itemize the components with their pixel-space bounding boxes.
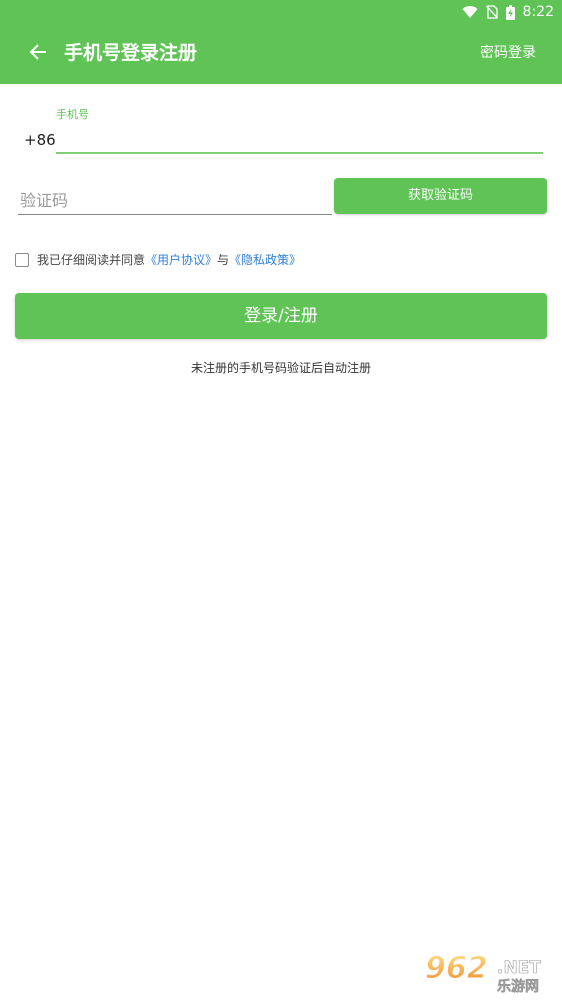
verification-code-input[interactable] [18,186,332,215]
watermark-number: 962 [425,951,488,986]
wifi-icon [462,6,478,19]
agreement-connector: 与 [217,253,230,267]
header-bar: 8:22 手机号登录注册 密码登录 [0,0,562,84]
watermark-sub: 乐游网 [497,978,539,994]
watermark-domain: .NET [497,958,541,978]
page-title: 手机号登录注册 [64,42,198,64]
arrow-left-icon [29,44,46,60]
agreement-row: 我已仔细阅读并同意 《用户协议》 与 《隐私政策》 [15,251,301,269]
get-code-button[interactable]: 获取验证码 [334,178,547,214]
country-code: +86 [24,131,56,149]
agreement-checkbox[interactable] [15,253,29,267]
no-sim-icon [485,5,498,19]
status-time: 8:22 [522,4,554,20]
back-button[interactable] [22,36,54,68]
login-register-button[interactable]: 登录/注册 [15,293,547,339]
phone-field-label: 手机号 [56,108,89,121]
app-bar: 手机号登录注册 密码登录 [0,24,562,84]
phone-input[interactable] [56,126,543,154]
agreement-prefix: 我已仔细阅读并同意 [37,253,146,267]
auto-register-hint: 未注册的手机号码验证后自动注册 [190,361,371,375]
site-watermark-logo: 962 .NET 乐游网 [425,951,542,995]
user-agreement-link[interactable]: 《用户协议》 [145,251,217,269]
privacy-policy-link[interactable]: 《隐私政策》 [229,251,301,269]
password-login-link[interactable]: 密码登录 [480,43,536,63]
status-bar: 8:22 [0,0,562,24]
status-icons: 8:22 [462,2,554,22]
battery-charging-icon [505,4,515,20]
